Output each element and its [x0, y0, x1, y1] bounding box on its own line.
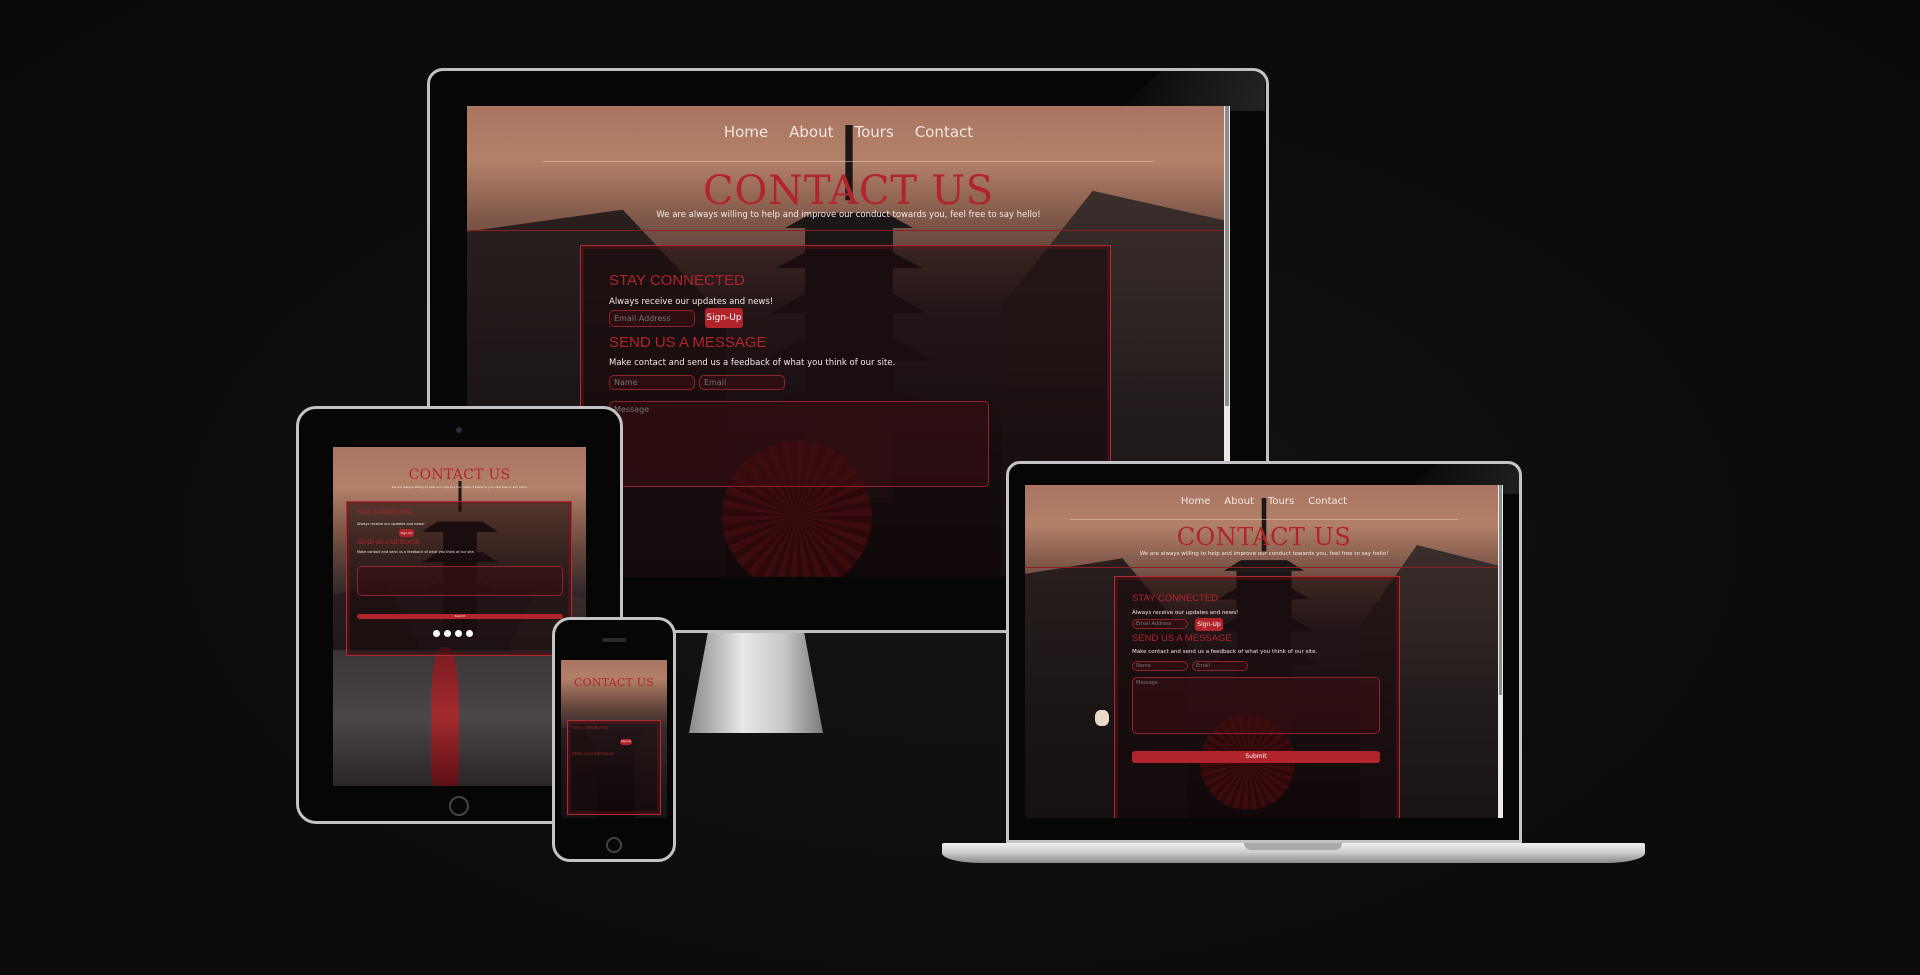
nav-about[interactable]: About	[789, 123, 833, 141]
page-title: CONTACT US	[1176, 523, 1352, 551]
contact-panel: STAY CONNECTED Always receive our update…	[346, 501, 572, 656]
contact-panel: STAY CONNECTED Sign-Up SEND US A MESSAGE	[567, 720, 661, 815]
submit-button[interactable]: Submit	[357, 614, 563, 619]
page-title: CONTACT US	[574, 676, 654, 689]
hero-divider	[467, 230, 1230, 231]
message-text: Make contact and send us a feedback of w…	[1132, 649, 1318, 655]
newsletter-signup-button[interactable]: Sign-Up	[620, 739, 632, 745]
whatsapp-icon[interactable]	[466, 630, 473, 637]
lantern-icon	[1095, 710, 1109, 726]
message-text: Make contact and send us a feedback of w…	[609, 358, 896, 368]
twitter-icon[interactable]	[444, 630, 451, 637]
message-text: Make contact and send us a feedback of w…	[357, 550, 475, 554]
nav-tours[interactable]: Tours	[855, 123, 894, 141]
tablet-camera	[456, 427, 462, 433]
phone-device: CONTACT US STAY CONNECTED Sign-Up SEND U…	[552, 617, 676, 862]
laptop-notch	[1244, 843, 1342, 850]
facebook-icon[interactable]	[433, 630, 440, 637]
newsletter-heading: STAY CONNECTED	[357, 510, 412, 516]
message-textarea[interactable]	[1132, 677, 1380, 734]
hero-divider	[1025, 567, 1503, 568]
street-image	[333, 650, 586, 786]
phone-speaker	[602, 638, 626, 642]
phone-screen: CONTACT US STAY CONNECTED Sign-Up SEND U…	[561, 660, 667, 818]
laptop-scroll-thumb[interactable]	[1499, 485, 1502, 695]
nav-tours[interactable]: Tours	[1268, 496, 1294, 507]
newsletter-text: Always receive our updates and news!	[357, 522, 425, 526]
message-heading: SEND US A MESSAGE	[572, 751, 615, 756]
newsletter-heading: STAY CONNECTED	[1132, 593, 1219, 604]
nav-home[interactable]: Home	[724, 123, 768, 141]
nav-divider	[543, 161, 1154, 162]
nav-contact[interactable]: Contact	[915, 123, 973, 141]
desktop-scroll-thumb[interactable]	[1225, 106, 1229, 406]
message-name-input[interactable]	[609, 375, 695, 390]
page-subtitle: We are always willing to help and improv…	[656, 210, 1041, 220]
message-name-input[interactable]	[1132, 661, 1188, 671]
message-heading: SEND US A MESSAGE	[609, 334, 767, 351]
page-subtitle: We are always willing to help and improv…	[1139, 551, 1389, 557]
social-icons	[433, 630, 473, 637]
newsletter-email-input[interactable]	[609, 310, 695, 327]
page-title: CONTACT US	[703, 168, 994, 214]
laptop-nav: Home About Tours Contact	[1025, 496, 1503, 507]
newsletter-heading: STAY CONNECTED	[609, 272, 745, 289]
contact-panel: STAY CONNECTED Always receive our update…	[1114, 576, 1400, 818]
newsletter-signup-button[interactable]: Sign-Up	[399, 529, 414, 537]
message-heading: SEND US A MESSAGE	[1132, 633, 1232, 644]
message-textarea[interactable]	[357, 566, 563, 596]
monitor-stand	[689, 633, 823, 733]
message-heading: SEND US A MESSAGE	[357, 540, 421, 546]
message-email-input[interactable]	[699, 375, 785, 390]
tablet-screen: CONTACT US We are always willing to help…	[333, 447, 586, 786]
newsletter-signup-button[interactable]: Sign-Up	[705, 308, 743, 328]
laptop-screen: Home About Tours Contact CONTACT US We a…	[1025, 485, 1503, 818]
instagram-icon[interactable]	[455, 630, 462, 637]
newsletter-text: Always receive our updates and news!	[1132, 610, 1239, 616]
message-textarea[interactable]	[609, 401, 989, 487]
page-subtitle: We are always willing to help and improv…	[391, 485, 528, 489]
mockup-stage: Home About Tours Contact CONTACT US We a…	[0, 0, 1920, 975]
nav-home[interactable]: Home	[1181, 496, 1211, 507]
laptop-device: Home About Tours Contact CONTACT US We a…	[942, 461, 1645, 867]
nav-about[interactable]: About	[1224, 496, 1254, 507]
newsletter-signup-button[interactable]: Sign-Up	[1195, 618, 1223, 631]
newsletter-email-input[interactable]	[1132, 619, 1188, 629]
message-email-input[interactable]	[1192, 661, 1248, 671]
tablet-home-button[interactable]	[449, 796, 469, 816]
newsletter-text: Always receive our updates and news!	[609, 297, 774, 307]
nav-divider	[1070, 519, 1458, 520]
phone-home-button[interactable]	[606, 837, 622, 853]
nav-contact[interactable]: Contact	[1308, 496, 1347, 507]
submit-button[interactable]: Submit	[1132, 751, 1380, 763]
desktop-nav: Home About Tours Contact	[467, 123, 1230, 141]
kimono-figure	[431, 647, 459, 786]
page-title: CONTACT US	[408, 467, 511, 483]
newsletter-heading: STAY CONNECTED	[572, 725, 609, 730]
